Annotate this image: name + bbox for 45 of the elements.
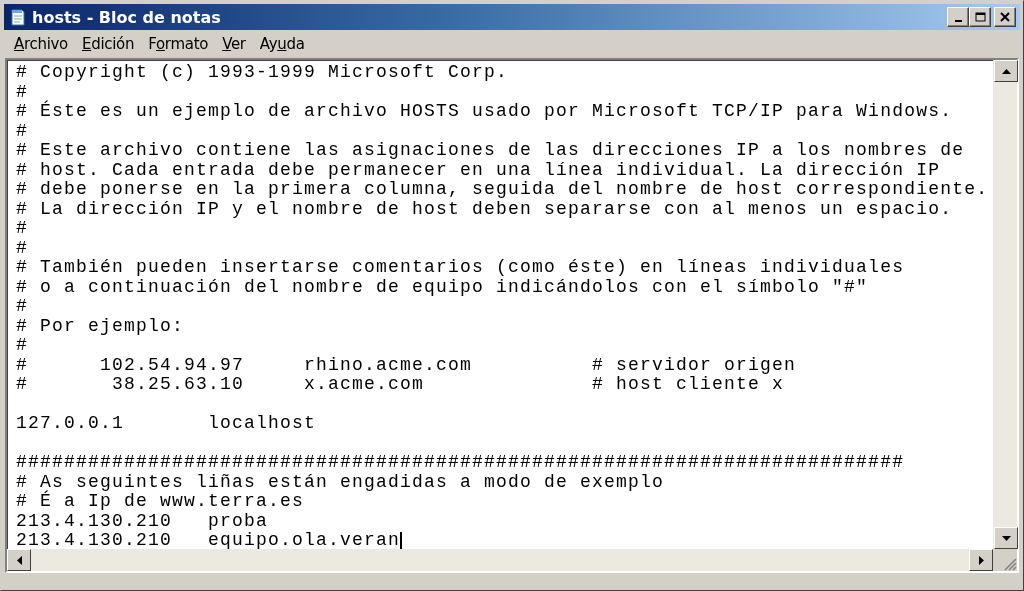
horizontal-scrollbar[interactable]	[7, 549, 993, 571]
menu-item[interactable]: Edición	[75, 32, 142, 56]
text-line: ##########################################################################	[16, 453, 905, 473]
text-line: #	[16, 238, 28, 258]
down-arrow-icon	[1001, 535, 1011, 541]
left-arrow-icon	[16, 555, 22, 565]
text-line: # Este archivo contiene las asignaciones de las direcciones IP a los nombres de	[16, 141, 965, 161]
close-icon	[1000, 12, 1010, 22]
maximize-icon	[974, 12, 986, 22]
text-line: 213.4.130.210 proba	[16, 511, 269, 531]
text-line: # debe ponerse en la primera columna, seguida del nombre de host correspondiente.	[16, 180, 989, 200]
text-line: #	[16, 297, 28, 317]
text-line: # o a continuación del nombre de equipo indicándolos con el símbolo "#"	[16, 277, 869, 297]
close-button[interactable]	[994, 7, 1016, 27]
text-line: # 38.25.63.10 x.acme.com # host cliente x	[16, 375, 785, 395]
menu-item[interactable]: Formato	[141, 32, 216, 56]
text-line: # Copyright (c) 1993-1999 Microsoft Corp.	[16, 63, 509, 83]
text-line: # Éste es un ejemplo de archivo HOSTS usado por Microsoft TCP/IP para Windows.	[16, 102, 953, 122]
minimize-button[interactable]	[947, 7, 969, 27]
text-line: # Por ejemplo:	[16, 316, 185, 336]
text-line: # 102.54.94.97 rhino.acme.com # servidor origen	[16, 355, 797, 375]
text-line: #	[16, 336, 28, 356]
text-line: # É a Ip de www.terra.es	[16, 492, 305, 512]
notepad-icon	[10, 8, 26, 26]
scroll-right-button[interactable]	[969, 549, 993, 571]
window-title: hosts - Bloc de notas	[32, 7, 222, 27]
text-line: 213.4.130.210 equipo.ola.veran	[16, 531, 401, 549]
text-line: 127.0.0.1 localhost	[16, 414, 317, 434]
menu-item[interactable]: Ayuda	[252, 32, 312, 56]
menu-item[interactable]: Ver	[215, 32, 253, 56]
text-line: #	[16, 82, 28, 102]
up-arrow-icon	[1001, 68, 1011, 74]
vertical-scrollbar[interactable]	[993, 60, 1017, 549]
scroll-down-button[interactable]	[994, 527, 1018, 549]
minimize-icon	[954, 20, 962, 22]
maximize-button[interactable]	[969, 7, 991, 27]
text-line: #	[16, 121, 28, 141]
menu-item[interactable]: Archivo	[7, 32, 75, 56]
scroll-left-button[interactable]	[7, 549, 31, 571]
text-line: # También pueden insertarse comentarios (como éste) en líneas individuales	[16, 258, 905, 278]
scroll-up-button[interactable]	[994, 60, 1018, 82]
text-line: #	[16, 219, 28, 239]
text-line: # host. Cada entrada debe permanecer en una línea individual. La dirección IP	[16, 160, 941, 180]
right-arrow-icon	[978, 555, 984, 565]
text-line: # La dirección IP y el nombre de host deben separarse con al menos un espacio.	[16, 199, 953, 219]
